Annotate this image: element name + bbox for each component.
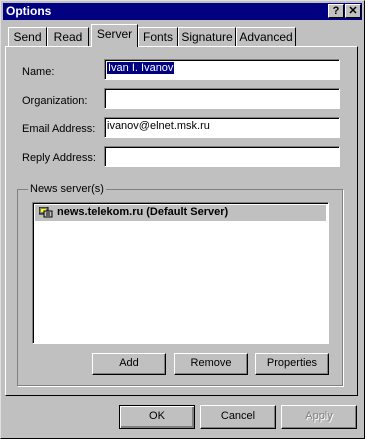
dialog-title: Options — [6, 4, 52, 18]
apply-button[interactable]: Apply — [281, 405, 357, 429]
name-field[interactable]: Ivan I. Ivanov — [104, 59, 340, 80]
remove-button[interactable]: Remove — [174, 353, 248, 375]
tab-read[interactable]: Read — [47, 27, 89, 46]
email-label: Email Address: — [22, 123, 96, 135]
tab-send[interactable]: Send — [8, 27, 47, 46]
reply-field[interactable] — [104, 146, 340, 167]
add-button[interactable]: Add — [92, 353, 166, 375]
title-bar: Options ? ✕ — [3, 3, 362, 20]
close-button[interactable]: ✕ — [345, 4, 361, 18]
tab-fonts[interactable]: Fonts — [138, 27, 178, 46]
properties-button[interactable]: Properties — [255, 353, 329, 375]
tab-advanced[interactable]: Advanced — [236, 27, 296, 46]
news-server-list[interactable]: news.telekom.ru (Default Server) — [32, 202, 329, 344]
help-button[interactable]: ? — [328, 4, 344, 18]
news-servers-label: News server(s) — [28, 183, 106, 195]
email-field[interactable]: ivanov@elnet.msk.ru — [104, 117, 340, 138]
name-value: Ivan I. Ivanov — [107, 62, 175, 74]
organization-label: Organization: — [22, 95, 88, 107]
reply-label: Reply Address: — [22, 152, 96, 164]
news-server-icon — [39, 207, 53, 218]
tab-signature[interactable]: Signature — [178, 27, 236, 46]
news-server-name: news.telekom.ru (Default Server) — [57, 206, 229, 218]
organization-field[interactable] — [104, 88, 340, 109]
ok-button[interactable]: OK — [119, 405, 195, 429]
name-label: Name: — [22, 66, 55, 78]
list-item[interactable]: news.telekom.ru (Default Server) — [35, 205, 326, 221]
tab-server[interactable]: Server — [91, 24, 138, 47]
cancel-button[interactable]: Cancel — [200, 405, 276, 429]
